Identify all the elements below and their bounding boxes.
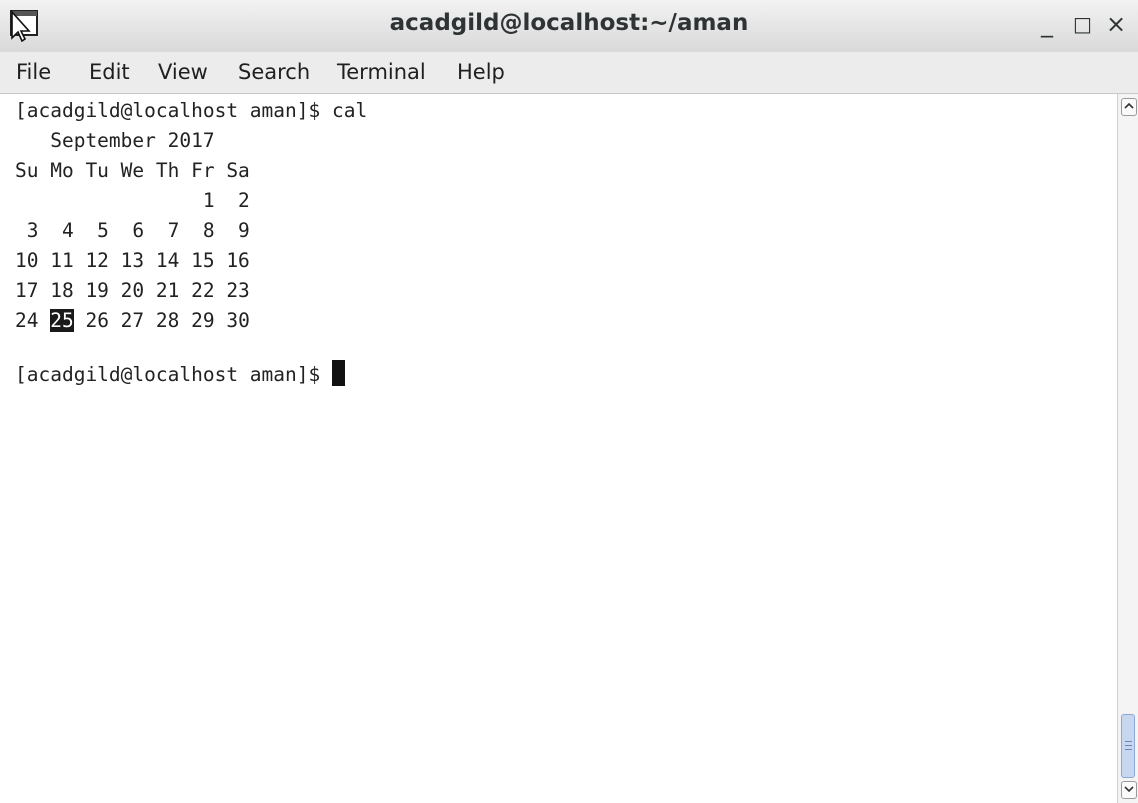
vertical-scrollbar[interactable] <box>1117 94 1138 803</box>
prompt-line: [acadgild@localhost aman]$ <box>15 360 345 390</box>
close-button[interactable]: × <box>1106 4 1126 44</box>
calendar-week-1: 1 2 <box>15 189 250 212</box>
title-bar: acadgild@localhost:~/aman _ □ × <box>0 0 1138 52</box>
window-title: acadgild@localhost:~/aman <box>389 10 749 36</box>
scroll-thumb[interactable] <box>1121 714 1135 778</box>
scroll-down-button[interactable] <box>1121 781 1137 799</box>
menu-terminal[interactable]: Terminal <box>337 58 426 86</box>
prompt-text: [acadgild@localhost aman]$ <box>15 363 332 386</box>
text-cursor <box>331 360 345 386</box>
calendar-week-4: 17 18 19 20 21 22 23 <box>15 279 250 302</box>
menu-view[interactable]: View <box>158 58 208 86</box>
calendar-week-3: 10 11 12 13 14 15 16 <box>15 249 250 272</box>
chevron-up-icon <box>1124 102 1134 109</box>
calendar-week-2: 3 4 5 6 7 8 9 <box>15 219 250 242</box>
maximize-button[interactable]: □ <box>1073 4 1092 44</box>
calendar-weekdays: Su Mo Tu We Th Fr Sa <box>15 159 250 182</box>
menu-bar: File Edit View Search Terminal Help <box>0 52 1138 94</box>
command-line: [acadgild@localhost aman]$ cal <box>15 99 368 122</box>
grip-line <box>1125 749 1132 750</box>
menu-search[interactable]: Search <box>238 58 310 86</box>
calendar-week-5-start: 24 <box>15 309 51 332</box>
calendar-week-5: 24 25 26 27 28 29 30 <box>15 306 250 336</box>
minimize-button[interactable]: _ <box>1041 4 1053 44</box>
calendar-header: September 2017 <box>15 129 215 152</box>
terminal-output[interactable]: [acadgild@localhost aman]$ cal September… <box>0 94 1117 803</box>
menu-help[interactable]: Help <box>457 58 505 86</box>
scroll-up-button[interactable] <box>1121 98 1137 116</box>
grip-line <box>1125 741 1132 742</box>
menu-edit[interactable]: Edit <box>89 58 130 86</box>
today-highlight: 25 <box>50 309 74 332</box>
grip-line <box>1125 745 1132 746</box>
menu-file[interactable]: File <box>16 58 51 86</box>
calendar-week-5-end: 26 27 28 29 30 <box>73 309 250 332</box>
chevron-down-icon <box>1124 786 1134 793</box>
